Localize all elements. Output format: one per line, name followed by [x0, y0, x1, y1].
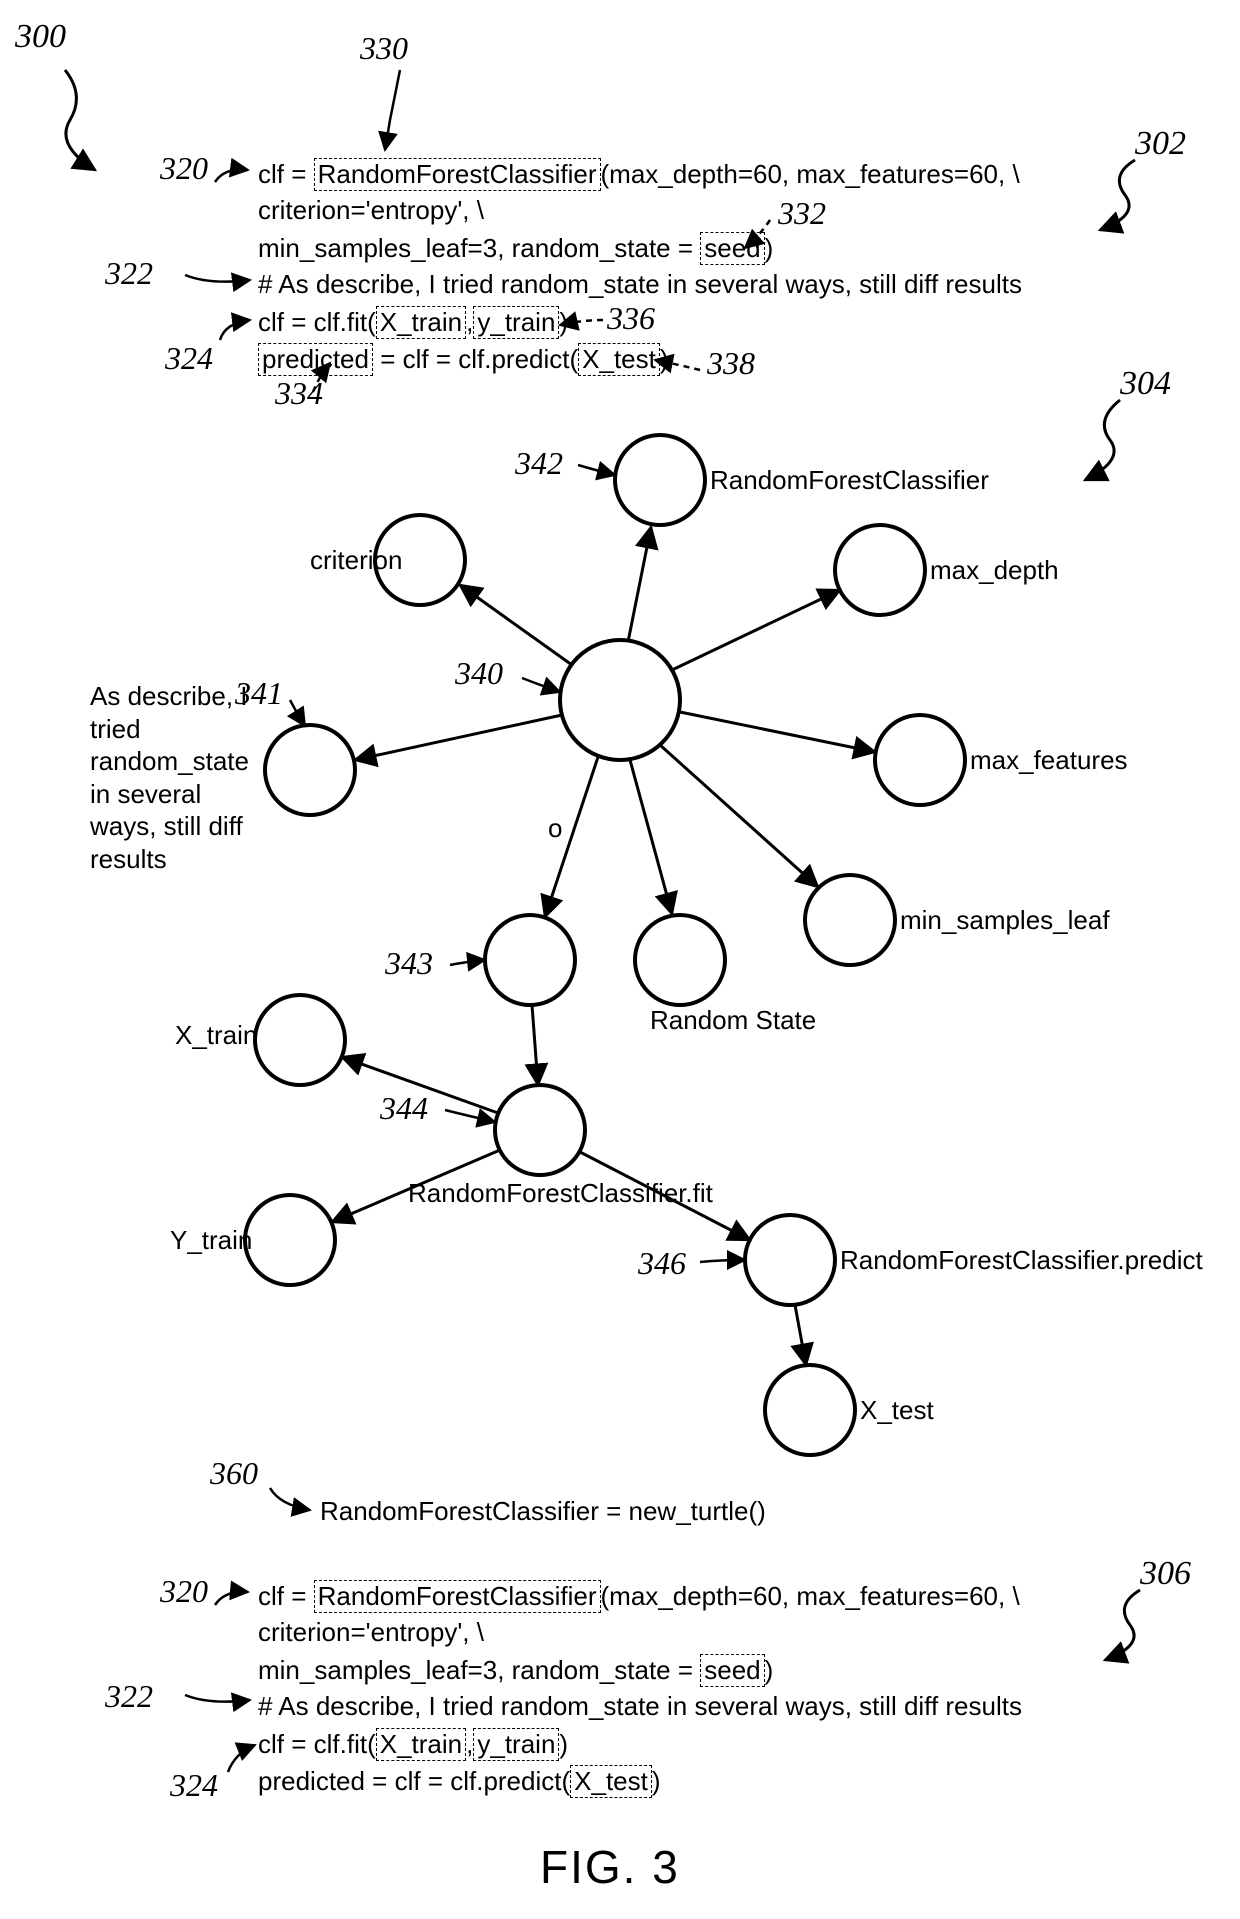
box-seed: seed: [700, 232, 764, 265]
box-x-test: X_test: [578, 343, 660, 376]
box-x-train-2: X_train: [376, 1728, 466, 1761]
label-max-features: max_features: [970, 745, 1128, 776]
code-text: min_samples_leaf=3, random_state =: [258, 1655, 700, 1685]
code302-line6: predicted = clf = clf.predict(X_test): [258, 343, 669, 376]
code302-line1: clf = RandomForestClassifier(max_depth=6…: [258, 158, 1020, 191]
code306-line3: min_samples_leaf=3, random_state = seed): [258, 1654, 773, 1687]
code306-line2: criterion='entropy', \: [258, 1617, 484, 1648]
code-text: predicted = clf = clf.predict(: [258, 1766, 570, 1796]
label-x-train: X_train: [175, 1020, 257, 1051]
code306-line6: predicted = clf = clf.predict(X_test): [258, 1765, 661, 1798]
label-fit: RandomForestClassifier.fit: [408, 1178, 713, 1209]
ref-324-upper: 324: [165, 340, 213, 377]
figure-3-page: 300 302 304 306 330 320 322 324 332 336 …: [0, 0, 1240, 1919]
code302-line3: min_samples_leaf=3, random_state = seed): [258, 232, 773, 265]
ref-304: 304: [1120, 365, 1171, 403]
code302-comment: # As describe, I tried random_state in s…: [258, 269, 1022, 300]
code-text: ): [765, 1655, 774, 1685]
box-randomforestclassifier-2: RandomForestClassifier: [314, 1580, 601, 1613]
code-text: ): [660, 344, 669, 374]
box-seed-2: seed: [700, 1654, 764, 1687]
code-text: clf =: [258, 1581, 314, 1611]
box-x-train: X_train: [376, 306, 466, 339]
ref-302: 302: [1135, 125, 1186, 163]
label-x-test: X_test: [860, 1395, 934, 1426]
ref-343: 343: [385, 945, 433, 982]
box-x-test-2: X_test: [570, 1765, 652, 1798]
code-text: (max_depth=60, max_features=60, \: [601, 1581, 1020, 1611]
ref-346: 346: [638, 1245, 686, 1282]
ref-320-upper: 320: [160, 150, 208, 187]
ref-342: 342: [515, 445, 563, 482]
code306-line5: clf = clf.fit(X_train,y_train): [258, 1728, 568, 1761]
ref-320-lower: 320: [160, 1573, 208, 1610]
code-text: min_samples_leaf=3, random_state =: [258, 233, 700, 263]
ref-322-lower: 322: [105, 1678, 153, 1715]
line-360: RandomForestClassifier = new_turtle(): [320, 1496, 766, 1527]
ref-340: 340: [455, 655, 503, 692]
ref-336: 336: [607, 300, 655, 337]
ref-344: 344: [380, 1090, 428, 1127]
ref-324-lower: 324: [170, 1767, 218, 1804]
code-text: ,: [466, 307, 473, 337]
ref-322-upper: 322: [105, 255, 153, 292]
ref-338: 338: [707, 345, 755, 382]
code-text: clf = clf.fit(: [258, 1729, 376, 1759]
box-y-train: y_train: [473, 306, 559, 339]
ref-300: 300: [15, 18, 66, 56]
label-random-state: Random State: [650, 1005, 816, 1036]
label-rfc: RandomForestClassifier: [710, 465, 989, 496]
label-max-depth: max_depth: [930, 555, 1059, 586]
box-predicted: predicted: [258, 343, 373, 376]
label-comment-341: As describe, I tried random_state in sev…: [90, 680, 265, 875]
code-text: clf = clf.fit(: [258, 307, 376, 337]
code302-line2: criterion='entropy', \: [258, 195, 484, 226]
figure-caption: FIG. 3: [540, 1840, 680, 1894]
code-text: ): [559, 1729, 568, 1759]
box-randomforestclassifier: RandomForestClassifier: [314, 158, 601, 191]
code-text: = clf = clf.predict(: [373, 344, 578, 374]
code-text: clf =: [258, 159, 314, 189]
code306-comment: # As describe, I tried random_state in s…: [258, 1691, 1022, 1722]
ref-334: 334: [275, 375, 323, 412]
code-text: (max_depth=60, max_features=60, \: [601, 159, 1020, 189]
code-text: ): [559, 307, 568, 337]
label-predict: RandomForestClassifier.predict: [840, 1245, 1203, 1276]
label-min-samples-leaf: min_samples_leaf: [900, 905, 1110, 936]
code302-line5: clf = clf.fit(X_train,y_train): [258, 306, 568, 339]
code-text: ): [652, 1766, 661, 1796]
ref-360: 360: [210, 1455, 258, 1492]
ref-330: 330: [360, 30, 408, 67]
code-text: ,: [466, 1729, 473, 1759]
code-text: ): [765, 233, 774, 263]
ref-306: 306: [1140, 1555, 1191, 1593]
label-criterion: criterion: [310, 545, 402, 576]
ref-332: 332: [778, 195, 826, 232]
label-y-train: Y_train: [170, 1225, 252, 1256]
code306-line1: clf = RandomForestClassifier(max_depth=6…: [258, 1580, 1020, 1613]
label-edge-o: o: [548, 813, 562, 844]
box-y-train-2: y_train: [473, 1728, 559, 1761]
